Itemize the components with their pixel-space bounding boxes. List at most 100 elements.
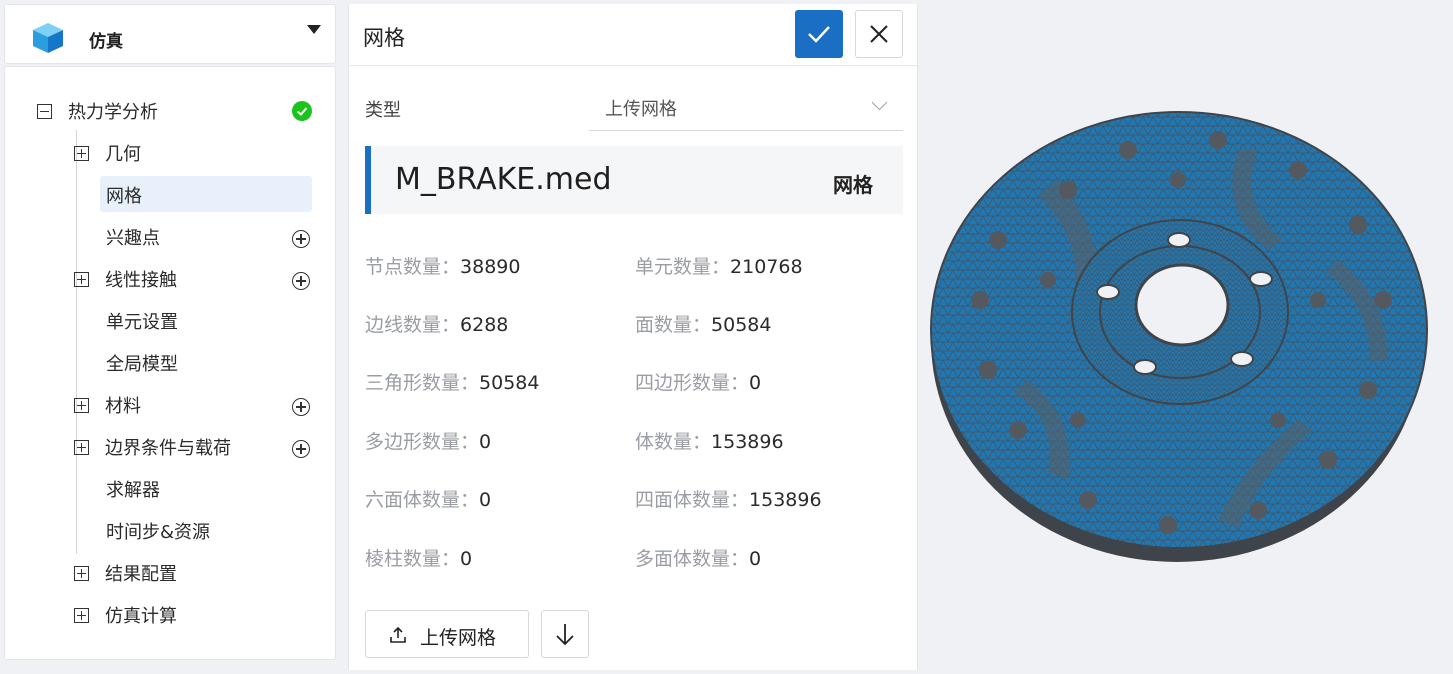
type-label: 类型: [365, 100, 401, 121]
chevron-down-icon[interactable]: [307, 25, 321, 34]
success-check-icon: [292, 101, 312, 121]
stat-triangle-count: 三角形数量：50584: [365, 368, 539, 395]
stat-label: 三角形数量：: [365, 372, 480, 394]
close-button[interactable]: [855, 10, 903, 58]
tree-item-materials[interactable]: 材料: [74, 389, 141, 421]
stat-label: 六面体数量：: [365, 489, 480, 511]
expand-icon[interactable]: [74, 607, 89, 623]
stat-value: 6288: [460, 314, 509, 336]
type-select-value: 上传网格: [605, 99, 677, 120]
tree-item-element-settings[interactable]: 单元设置: [106, 305, 178, 337]
stat-value: 38890: [460, 256, 521, 278]
stat-value: 0: [479, 489, 492, 511]
tree-item-label: 仿真计算: [105, 606, 177, 627]
stat-label: 面数量：: [635, 314, 712, 336]
stat-volume-count: 体数量：153896: [635, 427, 784, 454]
stat-label: 四面体数量：: [635, 489, 750, 511]
expand-icon[interactable]: [74, 145, 89, 161]
tree-item-label: 材料: [105, 396, 141, 417]
tree-item-label: 单元设置: [106, 312, 178, 333]
expand-icon[interactable]: [74, 565, 89, 581]
tree-item-geometry[interactable]: 几何: [74, 137, 141, 169]
stat-hexahedron-count: 六面体数量：0: [365, 485, 491, 512]
tree-item-label: 时间步&资源: [106, 522, 211, 543]
tree-item-mesh[interactable]: 网格: [106, 179, 142, 211]
stat-polyhedron-count: 多面体数量：0: [635, 544, 761, 571]
stat-label: 多边形数量：: [365, 431, 480, 453]
tree-item-label: 兴趣点: [106, 228, 160, 249]
stat-edge-count: 边线数量：6288: [365, 310, 508, 337]
stat-tetrahedron-count: 四面体数量：153896: [635, 485, 822, 512]
stat-face-count: 面数量：50584: [635, 310, 771, 337]
mesh-file-tag: 网格: [833, 173, 873, 197]
stat-value: 0: [749, 548, 762, 570]
tree-item-label: 几何: [105, 144, 141, 165]
stat-value: 0: [460, 548, 473, 570]
stat-label: 节点数量：: [365, 256, 461, 278]
brake-disc-mesh-model: [930, 111, 1428, 562]
tree-item-label: 全局模型: [106, 354, 178, 375]
panel-title: 网格: [363, 26, 405, 50]
tree-item-result-config[interactable]: 结果配置: [74, 557, 177, 589]
add-material-icon[interactable]: [292, 398, 310, 416]
confirm-button[interactable]: [795, 10, 843, 58]
tree-item-timestep-resources[interactable]: 时间步&资源: [106, 515, 210, 547]
tree-item-simulation-run[interactable]: 仿真计算: [74, 599, 177, 631]
mesh-file-name: M_BRAKE.med: [395, 162, 612, 197]
check-icon: [808, 26, 830, 43]
card-accent-bar: [365, 146, 371, 214]
stat-prism-count: 棱柱数量：0: [365, 544, 472, 571]
tree-item-label: 结果配置: [105, 564, 177, 585]
stat-quad-count: 四边形数量：0: [635, 368, 761, 395]
expand-icon[interactable]: [74, 271, 89, 287]
expand-icon[interactable]: [74, 439, 89, 455]
simulation-header[interactable]: 仿真: [4, 4, 336, 64]
stat-label: 多面体数量：: [635, 548, 750, 570]
stat-value: 0: [479, 431, 492, 453]
tree-item-boundary-conditions[interactable]: 边界条件与载荷: [74, 431, 231, 463]
type-select[interactable]: 上传网格: [589, 84, 903, 131]
stat-value: 50584: [479, 372, 540, 394]
stat-label: 棱柱数量：: [365, 548, 461, 570]
mesh-file-card: M_BRAKE.med 网格: [365, 146, 903, 214]
divider: [349, 65, 917, 66]
3d-viewport[interactable]: [918, 0, 1453, 670]
app-title: 仿真: [89, 32, 123, 52]
stat-value: 50584: [711, 314, 772, 336]
stat-label: 单元数量：: [635, 256, 731, 278]
add-boundary-condition-icon[interactable]: [292, 440, 310, 458]
close-icon: [870, 25, 888, 43]
cube-icon: [33, 23, 63, 53]
stat-label: 边线数量：: [365, 314, 461, 336]
tree-item-linear-contact[interactable]: 线性接触: [74, 263, 177, 295]
tree-item-label: 线性接触: [105, 270, 177, 291]
download-button[interactable]: [541, 610, 589, 658]
tree-item-label: 求解器: [106, 480, 160, 501]
stat-value: 0: [749, 372, 762, 394]
upload-mesh-label: 上传网格: [420, 627, 497, 649]
expand-icon[interactable]: [74, 397, 89, 413]
collapse-icon[interactable]: [37, 103, 52, 119]
tree-item-points-of-interest[interactable]: 兴趣点: [106, 221, 160, 253]
upload-mesh-button[interactable]: 上传网格: [365, 610, 529, 658]
stat-value: 153896: [711, 431, 784, 453]
tree-item-solver[interactable]: 求解器: [106, 473, 160, 505]
tree-item-label: 边界条件与载荷: [105, 438, 231, 459]
tree-root-thermal-analysis[interactable]: 热力学分析: [37, 95, 158, 127]
mesh-properties-panel: 网格 类型 上传网格 M_BRAKE.med 网格 节点数量：38890 单元数…: [348, 4, 918, 670]
tree-item-global-model[interactable]: 全局模型: [106, 347, 178, 379]
stat-polygon-count: 多边形数量：0: [365, 427, 491, 454]
stat-node-count: 节点数量：38890: [365, 252, 520, 279]
tree-connector: [76, 130, 77, 554]
add-contact-icon[interactable]: [292, 272, 310, 290]
chevron-down-icon: [871, 94, 888, 111]
upload-icon: [390, 626, 406, 643]
tree-root-label: 热力学分析: [68, 102, 158, 123]
stat-label: 四边形数量：: [635, 372, 750, 394]
tree-item-label: 网格: [106, 186, 142, 207]
stat-element-count: 单元数量：210768: [635, 252, 803, 279]
add-point-of-interest-icon[interactable]: [292, 230, 310, 248]
stat-value: 210768: [730, 256, 803, 278]
arrow-down-icon: [556, 624, 574, 646]
stat-label: 体数量：: [635, 431, 712, 453]
